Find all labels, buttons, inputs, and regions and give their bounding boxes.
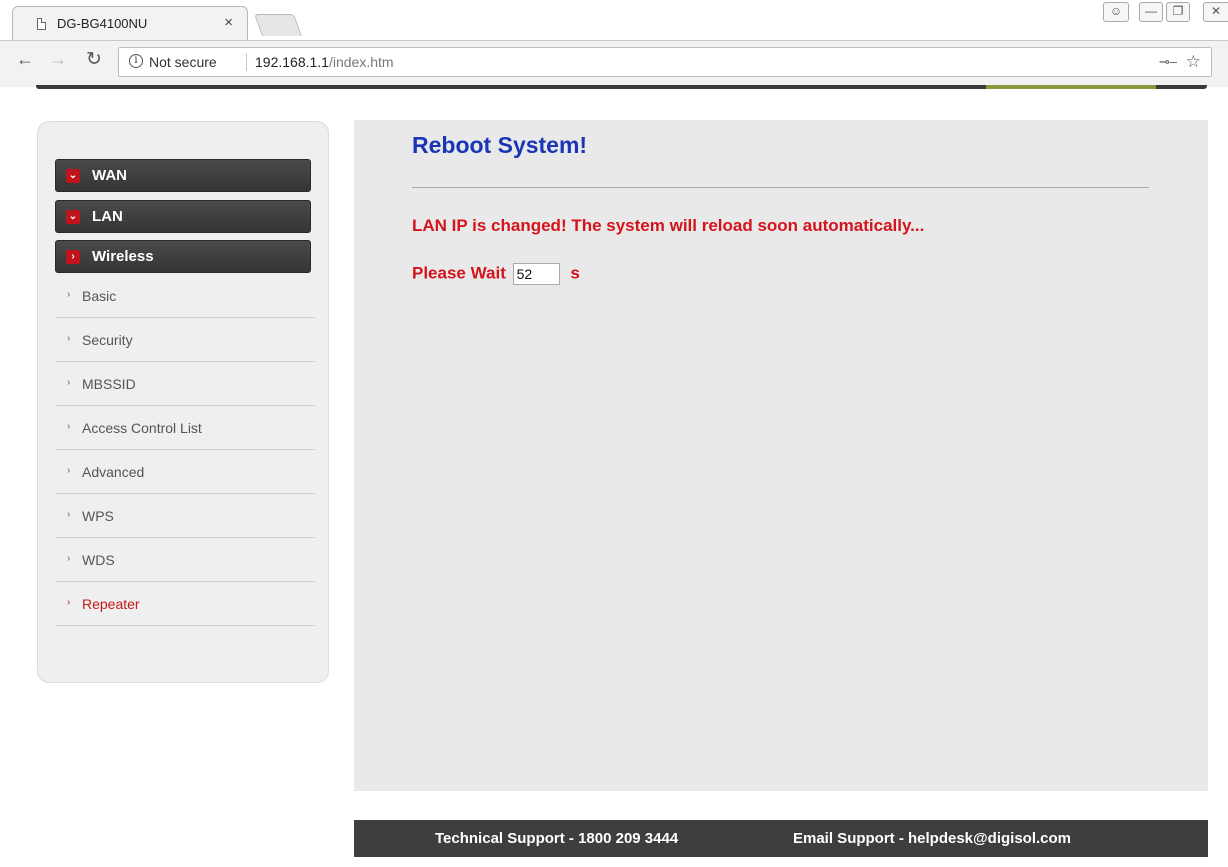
url-path: /index.htm — [328, 54, 394, 70]
sidebar-item-label: Repeater — [82, 596, 140, 612]
menu-header-label: WAN — [92, 167, 127, 184]
chevron-right-icon: › — [67, 597, 71, 608]
close-window-icon[interactable]: ✕ — [1203, 2, 1228, 22]
sidebar-item-label: Access Control List — [82, 420, 202, 436]
sidebar-item-label: Security — [82, 332, 133, 348]
bookmark-star-icon[interactable]: ☆ — [1186, 52, 1201, 72]
security-label[interactable]: Not secure — [149, 54, 217, 70]
chevron-right-icon: › — [67, 509, 71, 520]
url-host: 192.168.1.1 — [255, 54, 329, 70]
chevron-right-icon: › — [67, 465, 71, 476]
url-text[interactable]: 192.168.1.1/index.htm — [255, 54, 394, 70]
sidebar-item-label: Advanced — [82, 464, 145, 480]
tech-support-text: Technical Support - 1800 209 3444 — [435, 830, 679, 847]
wait-row: Please Wait s — [412, 263, 580, 285]
chevron-down-icon: ⌄ — [66, 210, 80, 224]
sidebar-item-basic[interactable]: › Basic — [55, 274, 315, 318]
reload-message: LAN IP is changed! The system will reloa… — [412, 216, 925, 235]
page-icon — [37, 18, 46, 30]
sidebar-item-wps[interactable]: › WPS — [55, 494, 315, 538]
sidebar-item-mbssid[interactable]: › MBSSID — [55, 362, 315, 406]
address-bar[interactable]: i Not secure 192.168.1.1/index.htm ⊸– ☆ — [118, 47, 1212, 77]
footer: Technical Support - 1800 209 3444 Email … — [354, 820, 1208, 857]
browser-tab[interactable]: DG-BG4100NU × — [12, 6, 248, 40]
wait-label: Please Wait — [412, 263, 506, 283]
chevron-right-icon: › — [67, 377, 71, 388]
sidebar-item-repeater[interactable]: › Repeater — [55, 582, 315, 626]
browser-toolbar: ← → ↻ i Not secure 192.168.1.1/index.htm… — [0, 40, 1228, 86]
site-header-accent — [986, 85, 1156, 89]
sidebar-item-wds[interactable]: › WDS — [55, 538, 315, 582]
menu-header-label: LAN — [92, 208, 123, 225]
divider — [412, 187, 1149, 188]
sidebar-item-label: WDS — [82, 552, 115, 568]
new-tab-button[interactable] — [253, 14, 303, 36]
profile-icon[interactable]: ☺ — [1103, 2, 1129, 22]
sidebar-item-security[interactable]: › Security — [55, 318, 315, 362]
sidebar-item-label: MBSSID — [82, 376, 136, 392]
chevron-right-icon: › — [67, 421, 71, 432]
chevron-right-icon: › — [67, 333, 71, 344]
menu-header-label: Wireless — [92, 248, 154, 265]
chevron-right-icon: › — [67, 553, 71, 564]
info-icon[interactable]: i — [129, 54, 143, 68]
sidebar-item-label: Basic — [82, 288, 117, 304]
chevron-right-icon: › — [67, 289, 71, 300]
email-support-link[interactable]: Email Support - helpdesk@digisol.com — [793, 830, 1071, 847]
main-content: Reboot System! LAN IP is changed! The sy… — [354, 120, 1208, 791]
browser-chrome: DG-BG4100NU × ☺ — ❐ ✕ ← → ↻ i Not secure… — [0, 0, 1228, 87]
menu-header-lan[interactable]: ⌄ LAN — [55, 200, 311, 233]
page-title: Reboot System! — [412, 132, 588, 158]
key-icon[interactable]: ⊸– — [1159, 54, 1177, 70]
menu-header-wan[interactable]: ⌄ WAN — [55, 159, 311, 192]
tab-strip: DG-BG4100NU × ☺ — ❐ ✕ — [0, 0, 1228, 40]
sidebar-item-label: WPS — [82, 508, 114, 524]
sidebar: ⌄ WAN ⌄ LAN › Wireless › Basic › Securit… — [37, 121, 329, 683]
menu-header-wireless[interactable]: › Wireless — [55, 240, 311, 273]
chevron-down-icon: ⌄ — [66, 169, 80, 183]
sidebar-item-access-control-list[interactable]: › Access Control List — [55, 406, 315, 450]
chevron-right-icon: › — [66, 250, 80, 264]
reload-icon[interactable]: ↻ — [86, 48, 102, 71]
url-separator — [246, 53, 247, 71]
countdown-field[interactable] — [512, 263, 560, 285]
restore-icon[interactable]: ❐ — [1166, 2, 1190, 22]
minimize-icon[interactable]: — — [1139, 2, 1163, 22]
tab-close-icon[interactable]: × — [224, 14, 233, 31]
forward-icon[interactable]: → — [49, 49, 67, 70]
back-icon[interactable]: ← — [16, 49, 34, 70]
tab-title: DG-BG4100NU — [57, 16, 148, 31]
wait-unit: s — [570, 263, 580, 283]
sidebar-item-advanced[interactable]: › Advanced — [55, 450, 315, 494]
